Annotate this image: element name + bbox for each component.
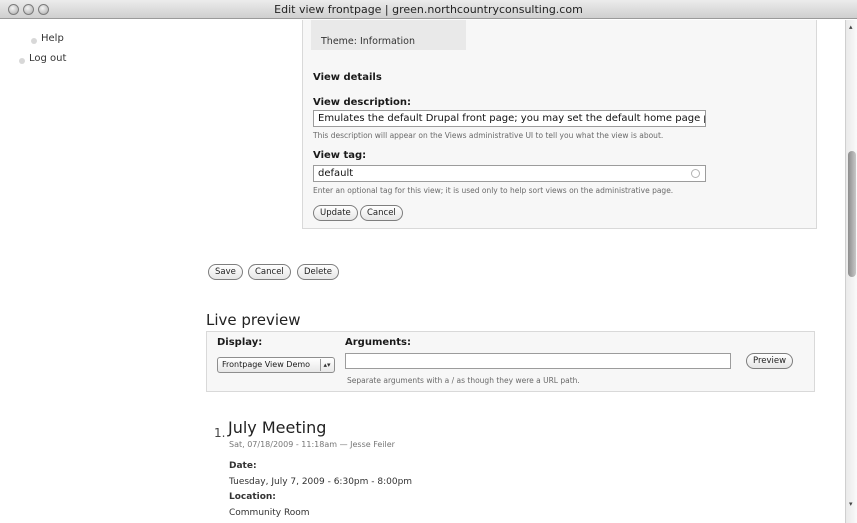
scroll-thumb[interactable] (848, 151, 856, 277)
display-label: Display: (217, 337, 263, 348)
location-value: Community Room (229, 508, 310, 518)
cancel-button[interactable]: Cancel (248, 264, 291, 280)
sidebar-item-logout[interactable]: Log out (29, 53, 66, 64)
save-button[interactable]: Save (208, 264, 243, 280)
live-preview-title: Live preview (206, 311, 301, 329)
view-tag-help: Enter an optional tag for this view; it … (313, 186, 674, 195)
arguments-input[interactable] (345, 353, 731, 369)
view-description-help: This description will appear on the View… (313, 131, 664, 140)
window-title: Edit view frontpage | green.northcountry… (274, 3, 583, 16)
arguments-help: Separate arguments with a / as though th… (347, 376, 580, 385)
delete-button[interactable]: Delete (297, 264, 339, 280)
view-tag-label: View tag: (313, 150, 367, 161)
scroll-down-icon[interactable]: ▾ (849, 500, 853, 508)
autocomplete-icon (691, 169, 700, 178)
view-tag-value: default (318, 168, 354, 179)
vertical-scrollbar[interactable]: ▴ ▾ (845, 20, 857, 523)
view-tag-input[interactable]: default (313, 165, 706, 182)
result-meta: Sat, 07/18/2009 - 11:18am — Jesse Feiler (229, 440, 395, 449)
bullet-icon (31, 38, 37, 44)
view-settings-panel: Theme: Information View details View des… (302, 20, 817, 229)
title-bar: Edit view frontpage | green.northcountry… (0, 0, 857, 19)
location-label: Location: (229, 492, 276, 502)
display-select-value: Frontpage View Demo (222, 360, 311, 369)
select-arrows-icon: ▴▾ (320, 359, 333, 371)
view-description-input[interactable]: Emulates the default Drupal front page; … (313, 110, 706, 127)
browser-window: Edit view frontpage | green.northcountry… (0, 0, 857, 523)
scroll-up-icon[interactable]: ▴ (849, 23, 853, 31)
date-value: Tuesday, July 7, 2009 - 6:30pm - 8:00pm (229, 477, 413, 487)
sidebar-item-help[interactable]: Help (41, 33, 64, 44)
update-button[interactable]: Update (313, 205, 358, 221)
live-preview-panel: Display: Frontpage View Demo ▴▾ Argument… (206, 331, 815, 392)
bullet-icon (19, 58, 25, 64)
arguments-label: Arguments: (345, 337, 412, 348)
sidebar: Help Log out (0, 20, 190, 523)
result-title[interactable]: July Meeting (228, 418, 326, 437)
date-label: Date: (229, 461, 257, 471)
view-details-heading: View details (313, 72, 382, 83)
theme-info-box: Theme: Information (311, 20, 466, 50)
display-select[interactable]: Frontpage View Demo ▴▾ (217, 357, 335, 373)
cancel-details-button[interactable]: Cancel (360, 205, 403, 221)
theme-label: Theme: Information (321, 36, 415, 47)
view-description-label: View description: (313, 97, 412, 108)
preview-button[interactable]: Preview (746, 353, 794, 369)
result-number: 1. (214, 426, 226, 440)
